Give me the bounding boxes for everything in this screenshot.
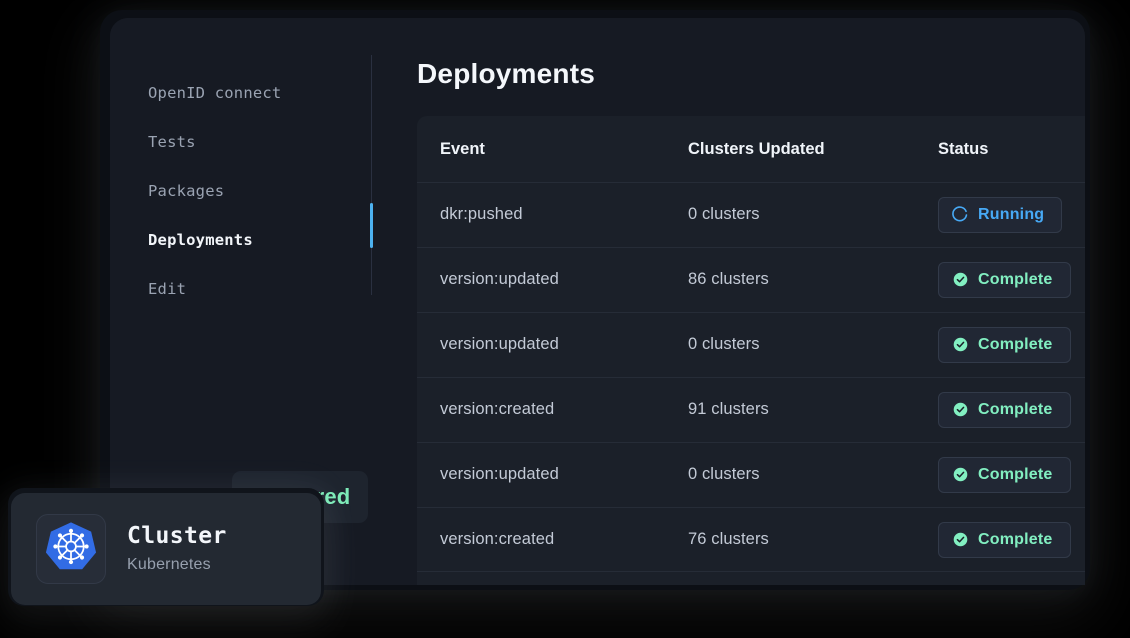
table-row[interactable]: version:updated 0 clusters Complete xyxy=(417,312,1085,377)
status-badge-label: Complete xyxy=(978,465,1053,483)
status-badge-complete[interactable]: Complete xyxy=(938,456,1071,493)
sidebar-item-label: Deployments xyxy=(148,231,253,249)
table-row[interactable]: version:updated 0 clusters Complete xyxy=(417,442,1085,507)
check-circle-icon xyxy=(952,531,969,548)
cell-status: Complete xyxy=(938,326,1077,363)
cell-status: Running xyxy=(938,196,1077,233)
cluster-card-text: Cluster Kubernetes xyxy=(127,524,227,574)
cell-event: version:updated xyxy=(440,335,559,353)
status-badge-complete[interactable]: Complete xyxy=(938,261,1071,298)
status-badge-label: Complete xyxy=(978,270,1053,288)
check-circle-icon xyxy=(952,336,969,353)
cell-clusters: 0 clusters xyxy=(688,205,760,223)
cell-status: Complete xyxy=(938,261,1077,298)
sidebar-item-label: Packages xyxy=(148,182,225,200)
status-badge-running[interactable]: Running xyxy=(938,196,1063,233)
cell-clusters: 91 clusters xyxy=(688,400,769,418)
cell-status: Complete xyxy=(938,521,1077,558)
cell-status: Complete xyxy=(938,391,1077,428)
sidebar-item-edit[interactable]: Edit xyxy=(148,280,186,298)
sidebar-item-openid-connect[interactable]: OpenID connect xyxy=(148,84,281,102)
check-circle-icon xyxy=(952,466,969,483)
status-badge-complete[interactable]: Complete xyxy=(938,391,1071,428)
cell-event: dkr:pushed xyxy=(440,205,523,223)
sidebar-item-label: Tests xyxy=(148,133,196,151)
check-circle-icon xyxy=(952,401,969,418)
kubernetes-icon xyxy=(45,521,97,578)
deployments-table: Event Clusters Updated Status dkr:pushed… xyxy=(417,116,1085,585)
cell-clusters: 76 clusters xyxy=(688,530,769,548)
main-content: Deployments Event Clusters Updated Statu… xyxy=(372,18,1085,585)
sidebar-item-deployments[interactable]: Deployments xyxy=(148,231,253,249)
status-badge-complete[interactable]: Complete xyxy=(938,326,1071,363)
status-badge-label: Running xyxy=(978,205,1045,223)
status-badge-complete[interactable]: Complete xyxy=(938,521,1071,558)
column-header-event: Event xyxy=(440,139,485,158)
screenshot-root: OpenID connect Tests Packages Deployment… xyxy=(0,0,1130,638)
column-header-status: Status xyxy=(938,139,989,158)
status-badge-label: Complete xyxy=(978,530,1053,548)
cluster-card-subtitle: Kubernetes xyxy=(127,556,211,574)
cluster-card[interactable]: Cluster Kubernetes xyxy=(11,493,321,605)
cell-event: version:updated xyxy=(440,270,559,288)
sidebar-item-packages[interactable]: Packages xyxy=(148,182,224,200)
cell-clusters: 0 clusters xyxy=(688,335,760,353)
cluster-icon-tile xyxy=(36,514,106,584)
spinner-icon xyxy=(952,206,969,223)
status-badge-label: Complete xyxy=(978,335,1053,353)
cell-event: version:created xyxy=(440,530,555,548)
sidebar-item-label: OpenID connect xyxy=(148,84,282,102)
sidebar-item-label: Edit xyxy=(148,280,187,298)
cluster-card-title: Cluster xyxy=(127,522,227,549)
check-circle-icon xyxy=(952,271,969,288)
cell-event: version:updated xyxy=(440,465,559,483)
table-row[interactable]: version:updated 86 clusters Complete xyxy=(417,247,1085,312)
column-header-clusters: Clusters Updated xyxy=(688,139,825,158)
table-row[interactable]: version:created 91 clusters Complete xyxy=(417,377,1085,442)
table-header-row: Event Clusters Updated Status xyxy=(417,116,1085,182)
cell-clusters: 86 clusters xyxy=(688,270,769,288)
page-title: Deployments xyxy=(417,58,596,89)
status-badge-label: Complete xyxy=(978,400,1053,418)
cell-event: version:created xyxy=(440,400,555,418)
table-row[interactable]: dkr:pushed 0 clusters Running xyxy=(417,182,1085,247)
table-row[interactable]: version:created 76 clusters Complete xyxy=(417,507,1085,572)
sidebar-item-tests[interactable]: Tests xyxy=(148,133,196,151)
cell-clusters: 0 clusters xyxy=(688,465,760,483)
cell-status: Complete xyxy=(938,456,1077,493)
